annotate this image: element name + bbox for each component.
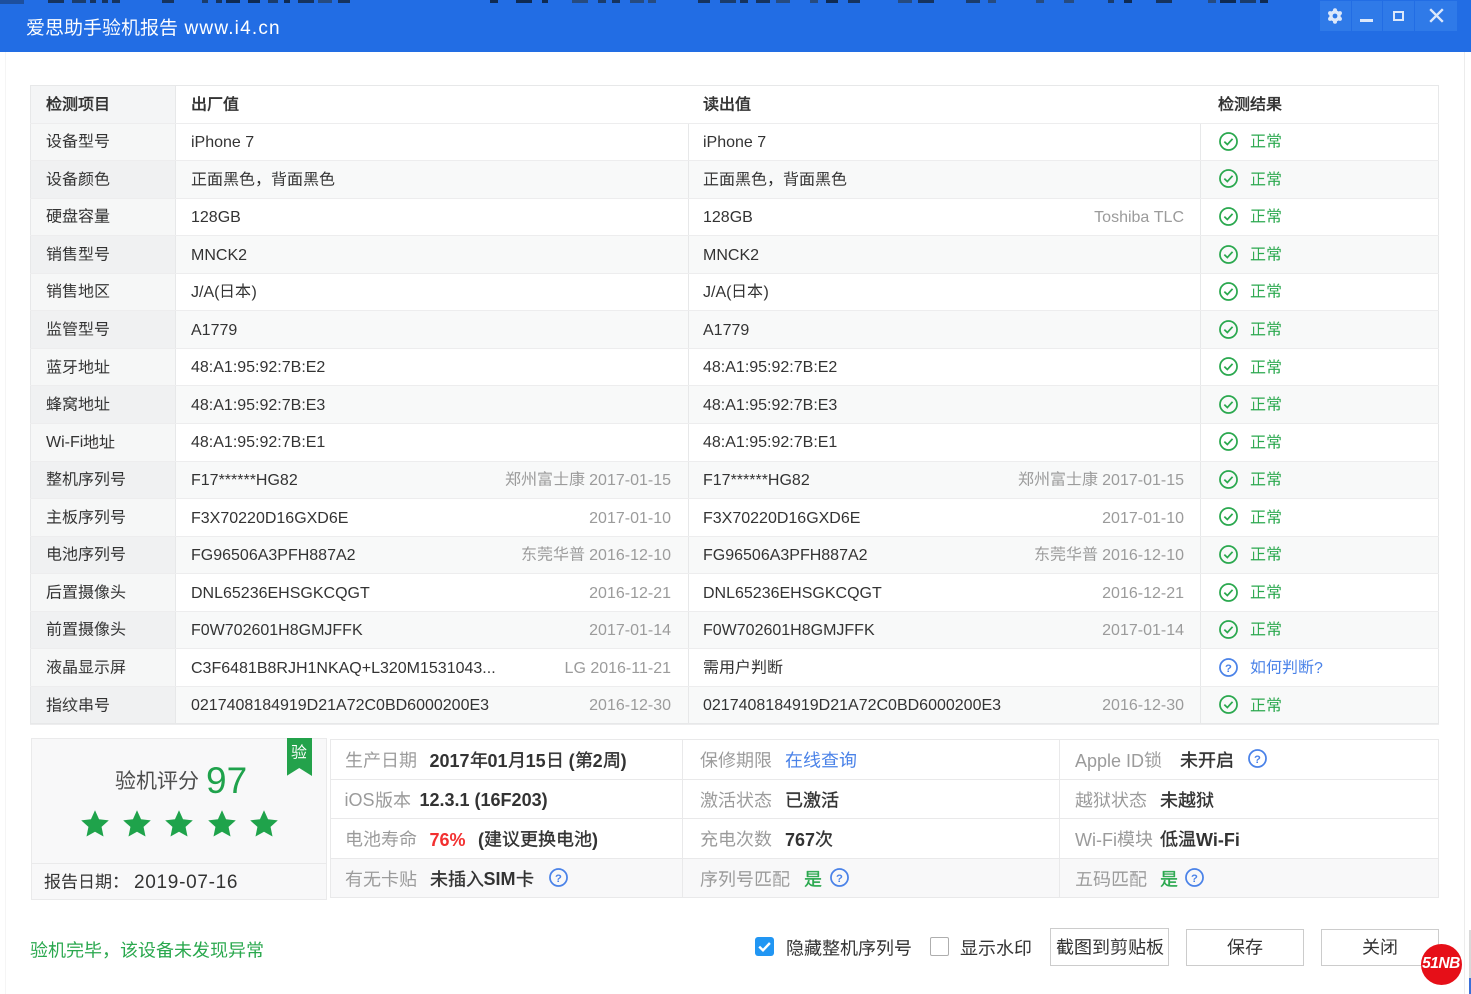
svg-text:?: ? (1254, 754, 1261, 766)
svg-text:?: ? (555, 873, 562, 885)
svg-text:?: ? (1191, 873, 1198, 885)
svg-text:?: ? (1225, 662, 1232, 674)
svg-text:?: ? (836, 873, 843, 885)
